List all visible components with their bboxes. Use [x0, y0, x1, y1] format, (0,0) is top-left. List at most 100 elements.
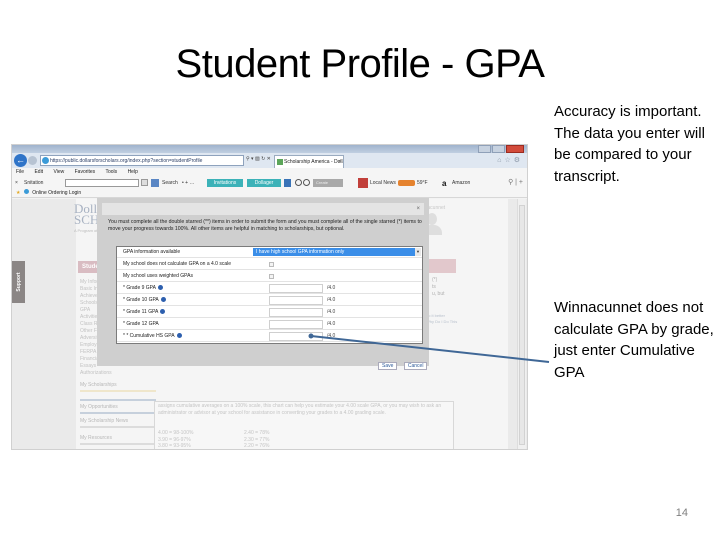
local-news-button[interactable]: Local News — [370, 177, 396, 189]
save-button[interactable]: Save — [378, 362, 398, 370]
toolbar-grey-field[interactable]: Create — [313, 179, 343, 187]
addon-toolbar: × Snitation Search • + … Invitations Dol… — [12, 177, 527, 189]
accuracy-note: Accuracy is important. The data you ente… — [554, 103, 705, 185]
right-snippets: (*) ts u, but — [432, 277, 445, 298]
form-row: My school does not calculate GPA on a 4.… — [117, 259, 422, 270]
gpa-input[interactable] — [269, 284, 323, 293]
home-favorites-settings-icons[interactable]: ⌂☆⚙ — [497, 156, 523, 164]
form-row: * Grade 10 GPA/4.0 — [117, 295, 422, 306]
menu-tools[interactable]: Tools — [105, 169, 117, 175]
field-label: * Grade 12 GPA — [123, 319, 159, 330]
toolbar-close-icon[interactable]: × — [15, 177, 18, 189]
nav-my-scholarship-news[interactable]: My Scholarship News — [80, 418, 156, 428]
toolbar-search-label[interactable]: Search — [162, 177, 178, 189]
gpa-form: GPA information available I have high sch… — [116, 246, 423, 344]
address-bar-icons[interactable]: ⚲ ▾ ▨ ↻ ✕ — [246, 156, 271, 162]
toolbar-dropdown-icon[interactable] — [141, 179, 148, 186]
field-label: GPA information available — [123, 247, 180, 258]
support-tab[interactable]: Support — [12, 261, 25, 303]
help-icon[interactable] — [157, 285, 163, 291]
tab-favicon — [277, 159, 283, 165]
modal-message: You must complete all the double starred… — [108, 219, 422, 232]
minimize-button[interactable] — [478, 145, 491, 153]
menu-favorites[interactable]: Favorites — [75, 169, 96, 175]
field-label: * Grade 11 GPA — [123, 307, 166, 318]
gpa-conversion-row: 2.10 = 75% — [244, 450, 304, 451]
gpa-input[interactable] — [269, 332, 323, 341]
field-label-text: * Grade 10 GPA — [123, 297, 159, 303]
nav-label: My Scholarships — [80, 382, 117, 388]
slide-title: Student Profile - GPA — [175, 42, 545, 86]
checkbox[interactable] — [269, 274, 274, 279]
maximize-button[interactable] — [492, 145, 505, 153]
back-arrow-icon[interactable]: ← — [14, 154, 27, 167]
nav-my-resources[interactable]: My Resources — [80, 435, 156, 445]
gpa-scale: /4.0 — [327, 333, 336, 339]
dollager-button[interactable]: Dollager — [247, 179, 281, 187]
forward-arrow-icon[interactable] — [28, 156, 37, 165]
menu-edit[interactable]: Edit — [34, 169, 43, 175]
url-text: https://public.dollarsforscholars.org/in… — [50, 158, 203, 164]
amazon-link[interactable]: Amazon — [452, 177, 470, 189]
field-label: * * Cumulative HS GPA — [123, 331, 182, 342]
checkbox[interactable] — [269, 262, 274, 267]
address-bar[interactable]: https://public.dollarsforscholars.org/in… — [40, 155, 244, 166]
weather-readout[interactable]: 59°F — [417, 177, 428, 189]
cumulative-gpa-note: Winnacunnet does not calculate GPA by gr… — [554, 299, 714, 381]
gpa-scale: /4.0 — [327, 285, 336, 291]
field-label-text: * Grade 12 GPA — [123, 321, 159, 327]
gpa-conversion-row: 4.00 = 98-100% — [158, 430, 194, 436]
field-label: My school does not calculate GPA on a 4.… — [123, 259, 231, 270]
field-label-text: My school does not calculate GPA on a 4.… — [123, 261, 232, 267]
tab-close-icon[interactable]: × — [338, 156, 341, 168]
gpa-input[interactable] — [269, 308, 323, 317]
favorites-star-icon[interactable]: ★ — [16, 190, 20, 196]
help-icon[interactable] — [176, 333, 182, 339]
window-close-button[interactable] — [506, 145, 524, 153]
gpa-scale: /4.0 — [327, 297, 336, 303]
chevron-down-icon[interactable]: ▼ — [415, 248, 421, 256]
form-row: * Grade 12 GPA/4.0 — [117, 319, 422, 330]
divider — [80, 399, 156, 401]
nav-my-scholarships[interactable]: My Scholarships — [80, 382, 156, 392]
news-icon[interactable] — [358, 178, 368, 188]
gpa-info-select[interactable]: I have high school GPA information only ▼ — [253, 248, 421, 256]
menu-file[interactable]: File — [16, 169, 24, 175]
form-row: GPA information available I have high sch… — [117, 247, 422, 258]
form-row: My school uses weighted GPAs — [117, 271, 422, 282]
help-icon[interactable] — [160, 309, 166, 315]
gpa-scale: /4.0 — [327, 309, 336, 315]
scrollbar-thumb[interactable] — [519, 205, 525, 445]
browser-tab[interactable]: Scholarship America - Dolla... × — [274, 155, 344, 168]
favorite-link[interactable]: Online Ordering Login — [32, 190, 81, 196]
form-row: * * Cumulative HS GPA/4.0 — [117, 331, 422, 342]
gpa-input[interactable] — [269, 320, 323, 329]
select-value: I have high school GPA information only — [256, 249, 345, 255]
lock-icon[interactable] — [284, 179, 291, 187]
search-icon[interactable] — [151, 179, 159, 187]
nav-label: My Scholarship News — [80, 418, 129, 424]
toolbar-search-input[interactable] — [65, 179, 139, 187]
gpa-input[interactable] — [269, 296, 323, 305]
menu-help[interactable]: Help — [128, 169, 138, 175]
field-label-text: My school uses weighted GPAs — [123, 273, 193, 279]
new-badge — [398, 180, 415, 186]
menu-view[interactable]: View — [53, 169, 64, 175]
support-label: Support — [16, 272, 22, 292]
cancel-button[interactable]: Cancel — [403, 362, 428, 370]
page-scrollbar[interactable] — [517, 199, 526, 449]
help-icon[interactable] — [160, 297, 166, 303]
toolbar-extra-icons[interactable]: • + … — [182, 177, 194, 189]
nav-my-opportunities[interactable]: My Opportunities — [80, 404, 156, 414]
field-label: My school uses weighted GPAs — [123, 271, 193, 282]
toolbar-brand[interactable]: Snitation — [24, 177, 43, 189]
invitations-button[interactable]: Invitations — [207, 179, 243, 187]
snippet: u, but — [432, 291, 445, 297]
wrench-and-add-icons[interactable]: ⚲ | + — [508, 177, 523, 189]
modal-close-icon[interactable]: × — [416, 203, 420, 215]
profile-nav-item[interactable]: Authorizations — [80, 370, 112, 377]
gpa-conversion-row: 3.80 = 93-95% — [158, 443, 191, 449]
form-row: * Grade 11 GPA/4.0 — [117, 307, 422, 318]
form-row: * Grade 9 GPA/4.0 — [117, 283, 422, 294]
right-link[interactable]: Why Do I Do This — [426, 319, 457, 325]
